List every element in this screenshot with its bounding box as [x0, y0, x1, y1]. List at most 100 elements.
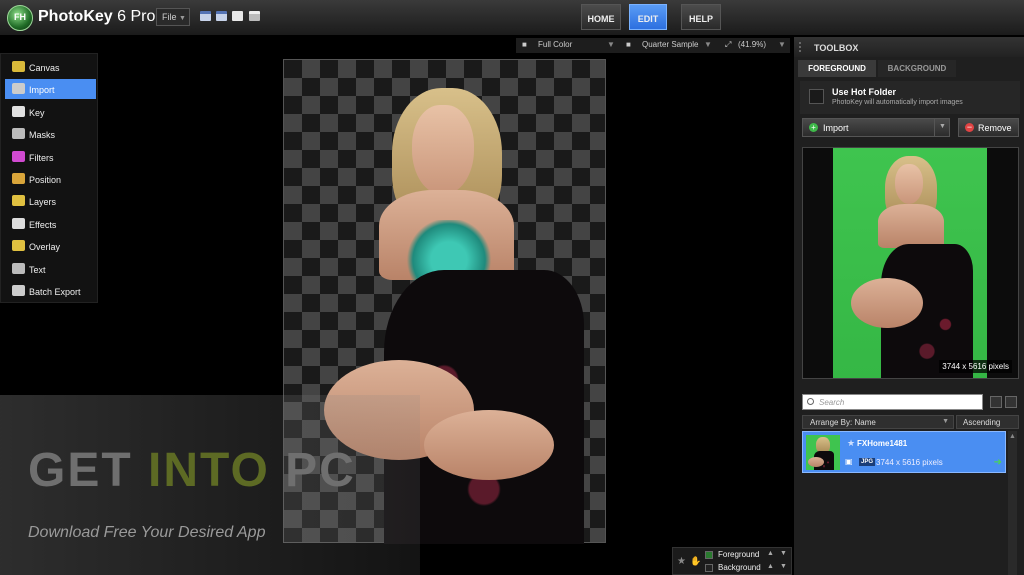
import-dropdown[interactable]: ▼: [934, 118, 950, 137]
layer-down-icon[interactable]: ▼: [780, 550, 787, 557]
tool-import[interactable]: Import: [5, 79, 96, 100]
hot-folder-checkbox[interactable]: [809, 89, 824, 104]
scroll-up-icon[interactable]: ▲: [1009, 433, 1016, 440]
tool-key[interactable]: Key: [5, 102, 96, 122]
search-input[interactable]: Search: [802, 394, 983, 410]
file-menu[interactable]: File ▼: [156, 8, 190, 26]
tool-label: Position: [29, 175, 62, 185]
minus-icon: −: [965, 122, 974, 132]
grid-view-icon[interactable]: [1005, 396, 1017, 408]
tool-label: Layers: [29, 197, 57, 208]
hot-folder-title: Use Hot Folder: [832, 87, 897, 97]
import-button[interactable]: + Import: [802, 118, 950, 137]
position-icon: [12, 173, 25, 184]
preview-dimensions: 3744 x 5616 pixels: [939, 360, 1012, 373]
pointer-icon[interactable]: ✋: [690, 556, 701, 567]
tool-effects[interactable]: Effects: [5, 214, 96, 234]
import-button-label: Import: [823, 123, 849, 133]
tool-label: Import: [29, 85, 55, 96]
tab-home[interactable]: HOME: [581, 4, 621, 30]
sort-order-label: Ascending: [963, 418, 1001, 427]
file-menu-label: File: [162, 12, 177, 22]
tab-foreground[interactable]: FOREGROUND: [798, 60, 876, 77]
key-icon: [12, 105, 25, 117]
sample-icon: ■: [626, 40, 631, 49]
print-icon[interactable]: [249, 11, 260, 21]
layer-up-icon[interactable]: ▲: [767, 563, 774, 570]
layer-panel: ★ ✋ Foreground Background ▲ ▼ ▲ ▼: [672, 547, 792, 575]
import-icon: [12, 83, 25, 95]
app-title: PhotoKey 6 Pro: [38, 8, 155, 26]
subject-arms: [424, 410, 554, 480]
add-to-canvas-arrow-icon[interactable]: ➜: [994, 457, 1002, 468]
layer-down-icon[interactable]: ▼: [780, 563, 787, 570]
sort-order-select[interactable]: Ascending: [956, 415, 1019, 429]
subject-face: [412, 105, 474, 195]
sample-select[interactable]: Quarter Sample: [642, 40, 698, 49]
background-layer[interactable]: Background: [718, 563, 761, 572]
star-icon[interactable]: ★: [677, 556, 686, 567]
chevron-down-icon: ▼: [778, 40, 786, 49]
file-name: FXHome1481: [857, 439, 908, 448]
arrange-by-select[interactable]: Arrange By: Name ▼: [802, 415, 954, 429]
tool-filters[interactable]: Filters: [5, 147, 96, 167]
image-preview: 3744 x 5616 pixels: [802, 147, 1019, 379]
file-type-icon: ▣: [845, 457, 853, 466]
tool-label: Text: [29, 264, 46, 275]
save-icon[interactable]: [200, 11, 211, 21]
color-mode-select[interactable]: Full Color: [538, 40, 572, 49]
thumb-subject-knee: [808, 457, 824, 467]
list-view-icon[interactable]: [990, 396, 1002, 408]
preview-image: [833, 148, 987, 378]
tab-background[interactable]: BACKGROUND: [878, 60, 956, 77]
zoom-select[interactable]: (41.9%): [738, 40, 766, 49]
drag-handle-icon[interactable]: [799, 42, 805, 52]
file-thumbnail: [806, 435, 840, 470]
email-icon[interactable]: [232, 11, 243, 21]
tool-canvas[interactable]: Canvas: [5, 57, 96, 77]
toolbox-panel: TOOLBOX FOREGROUND BACKGROUND Use Hot Fo…: [793, 37, 1024, 575]
chevron-down-icon: ▼: [942, 418, 949, 425]
tool-label: Key: [29, 107, 45, 118]
preview-subject-knee: [851, 278, 923, 328]
app-version: 6 Pro: [117, 8, 156, 25]
tool-position[interactable]: Position: [5, 169, 96, 189]
color-mode-icon: ■: [522, 40, 527, 49]
canvas-icon: [12, 61, 25, 72]
chevron-down-icon: ▼: [939, 123, 946, 130]
layers-icon: [12, 195, 25, 207]
chevron-down-icon: ▼: [704, 40, 712, 49]
layer-up-icon[interactable]: ▲: [767, 550, 774, 557]
tool-label: Batch Export: [29, 287, 81, 297]
favorite-star-icon[interactable]: ★: [847, 438, 855, 449]
search-placeholder: Search: [819, 398, 845, 407]
foreground-visible-checkbox[interactable]: [705, 551, 713, 559]
hot-folder-option: Use Hot Folder PhotoKey will automatical…: [800, 81, 1020, 114]
text-icon: [12, 262, 25, 274]
file-list-item[interactable]: ★ FXHome1481 ▣ JPG 3744 x 5616 pixels ➜: [802, 431, 1006, 473]
tool-batch-export[interactable]: Batch Export: [5, 281, 96, 301]
toolbox-title: TOOLBOX: [814, 43, 859, 53]
plus-icon: +: [809, 123, 818, 132]
app-name: PhotoKey: [38, 8, 113, 25]
background-visible-checkbox[interactable]: [705, 564, 713, 572]
tool-label: Canvas: [29, 63, 60, 73]
tool-layers[interactable]: Layers: [5, 191, 96, 211]
file-list-scrollbar[interactable]: ▲: [1008, 431, 1017, 575]
tool-overlay[interactable]: Overlay: [5, 236, 96, 256]
tool-label: Effects: [29, 219, 57, 230]
remove-button-label: Remove: [978, 123, 1012, 133]
tool-label: Masks: [29, 130, 56, 141]
chevron-down-icon: ▼: [607, 40, 615, 49]
toolbox-header: TOOLBOX: [794, 37, 1024, 57]
hot-folder-description: PhotoKey will automatically import image…: [832, 99, 963, 106]
tab-edit[interactable]: EDIT: [629, 4, 667, 30]
file-type-badge: JPG: [859, 458, 876, 466]
tool-masks[interactable]: Masks: [5, 124, 96, 144]
tab-help[interactable]: HELP: [681, 4, 721, 30]
tool-text[interactable]: Text: [5, 259, 96, 279]
save-as-icon[interactable]: [216, 11, 227, 21]
preview-subject-shoulders: [878, 204, 944, 248]
remove-button[interactable]: − Remove: [958, 118, 1019, 137]
foreground-layer[interactable]: Foreground: [718, 550, 759, 559]
